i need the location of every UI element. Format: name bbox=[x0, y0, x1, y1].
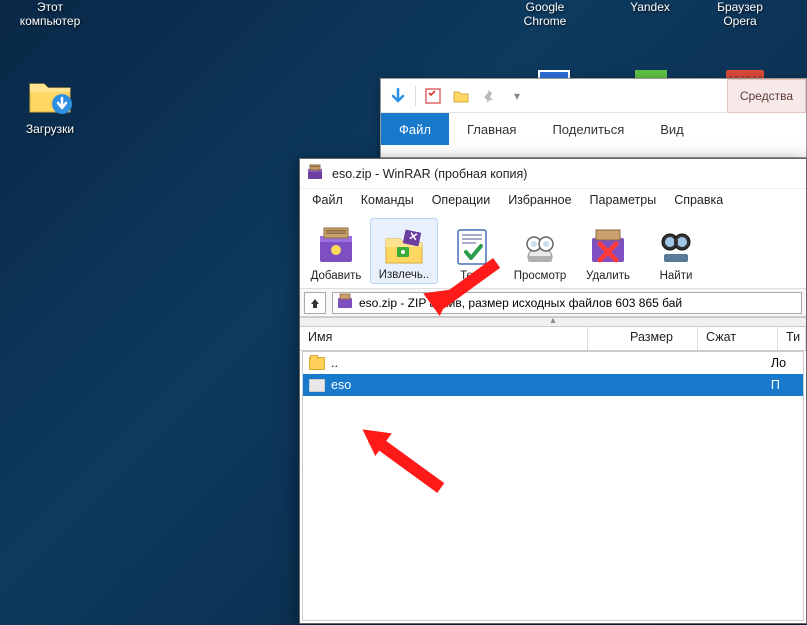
view-icon bbox=[518, 224, 562, 268]
find-icon bbox=[654, 224, 698, 268]
qat-dropdown-icon[interactable]: ▾ bbox=[506, 85, 528, 107]
folder-icon bbox=[309, 379, 325, 392]
explorer-tools-label: Средства bbox=[740, 89, 793, 103]
desktop-icon-this-pc[interactable]: Этот компьютер bbox=[10, 0, 90, 28]
column-size[interactable]: Размер bbox=[588, 327, 698, 350]
file-row-parent[interactable]: .. Ло bbox=[303, 352, 803, 374]
toolbar-find-button[interactable]: Найти bbox=[642, 220, 710, 284]
winrar-app-icon bbox=[306, 163, 324, 184]
toolbar-extract-label: Извлечь.. bbox=[379, 269, 429, 281]
desktop-icon-label: Google Chrome bbox=[505, 0, 585, 28]
file-list[interactable]: .. Ло eso П bbox=[302, 351, 804, 621]
winrar-toolbar: Добавить Извлечь.. Тест Просмотр Удалить bbox=[300, 211, 806, 289]
toolbar-delete-label: Удалить bbox=[586, 270, 630, 282]
toolbar-find-label: Найти bbox=[660, 270, 693, 282]
desktop-icon-opera[interactable]: Браузер Opera bbox=[700, 0, 780, 28]
resize-handle[interactable] bbox=[300, 317, 806, 327]
desktop-icon-yandex[interactable]: Yandex bbox=[610, 0, 690, 14]
explorer-tab-home[interactable]: Главная bbox=[449, 113, 534, 145]
toolbar-extract-button[interactable]: Извлечь.. bbox=[370, 218, 438, 284]
menu-operations[interactable]: Операции bbox=[424, 191, 498, 209]
menu-commands[interactable]: Команды bbox=[353, 191, 422, 209]
folder-icon bbox=[309, 357, 325, 370]
separator bbox=[415, 86, 416, 106]
desktop-icon-label: Этот компьютер bbox=[10, 0, 90, 28]
desktop-icon-label: Загрузки bbox=[10, 122, 90, 136]
qat-down-arrow-icon[interactable] bbox=[387, 85, 409, 107]
folder-downloads-icon bbox=[26, 70, 74, 118]
column-headers: Имя Размер Сжат Ти bbox=[300, 327, 806, 351]
archive-icon bbox=[337, 293, 353, 312]
extract-icon bbox=[382, 223, 426, 267]
explorer-tab-share[interactable]: Поделиться bbox=[534, 113, 642, 145]
explorer-window: ▾ Средства Файл Главная Поделиться Вид bbox=[380, 78, 807, 158]
toolbar-add-button[interactable]: Добавить bbox=[302, 220, 370, 284]
up-directory-button[interactable] bbox=[304, 292, 326, 314]
delete-icon bbox=[586, 224, 630, 268]
explorer-ribbon-tabs: Файл Главная Поделиться Вид bbox=[381, 113, 806, 145]
desktop-icon-label: Браузер Opera bbox=[700, 0, 780, 28]
explorer-tab-file[interactable]: Файл bbox=[381, 113, 449, 145]
menu-help[interactable]: Справка bbox=[666, 191, 731, 209]
winrar-menubar: Файл Команды Операции Избранное Параметр… bbox=[300, 189, 806, 211]
qat-properties-icon[interactable] bbox=[422, 85, 444, 107]
winrar-title-text: eso.zip - WinRAR (пробная копия) bbox=[332, 167, 527, 181]
path-text: eso.zip - ZIP архив, размер исходных фай… bbox=[359, 296, 682, 310]
column-compressed[interactable]: Сжат bbox=[698, 327, 778, 350]
file-row-eso[interactable]: eso П bbox=[303, 374, 803, 396]
qat-pin-icon[interactable] bbox=[478, 85, 500, 107]
desktop-icon-chrome[interactable]: Google Chrome bbox=[505, 0, 585, 28]
toolbar-add-label: Добавить bbox=[311, 270, 362, 282]
toolbar-view-button[interactable]: Просмотр bbox=[506, 220, 574, 284]
file-name: eso bbox=[331, 378, 351, 392]
winrar-pathbar: eso.zip - ZIP архив, размер исходных фай… bbox=[300, 289, 806, 317]
desktop-icon-label: Yandex bbox=[610, 0, 690, 14]
explorer-tab-view[interactable]: Вид bbox=[642, 113, 702, 145]
file-name: .. bbox=[331, 356, 338, 370]
file-type: П bbox=[771, 378, 797, 392]
add-icon bbox=[314, 224, 358, 268]
menu-options[interactable]: Параметры bbox=[582, 191, 665, 209]
menu-file[interactable]: Файл bbox=[304, 191, 351, 209]
file-type: Ло bbox=[771, 356, 797, 370]
winrar-titlebar[interactable]: eso.zip - WinRAR (пробная копия) bbox=[300, 159, 806, 189]
menu-favorites[interactable]: Избранное bbox=[500, 191, 579, 209]
toolbar-delete-button[interactable]: Удалить bbox=[574, 220, 642, 284]
path-field[interactable]: eso.zip - ZIP архив, размер исходных фай… bbox=[332, 292, 802, 314]
qat-folder-icon[interactable] bbox=[450, 85, 472, 107]
column-type[interactable]: Ти bbox=[778, 327, 806, 350]
desktop-icon-downloads[interactable]: Загрузки bbox=[10, 70, 90, 136]
toolbar-view-label: Просмотр bbox=[514, 270, 567, 282]
winrar-window: eso.zip - WinRAR (пробная копия) Файл Ко… bbox=[299, 158, 807, 624]
explorer-tools-tab[interactable]: Средства bbox=[727, 79, 806, 113]
column-name[interactable]: Имя bbox=[300, 327, 588, 350]
